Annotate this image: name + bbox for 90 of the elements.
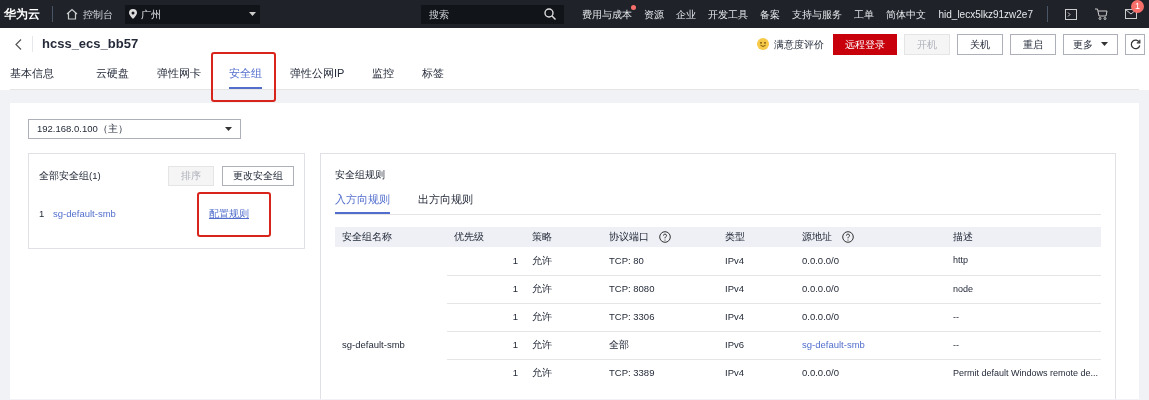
- button[interactable]: 更改安全组: [222, 166, 294, 186]
- table-cell: 全部: [609, 339, 629, 351]
- search-field[interactable]: 搜索: [421, 4, 565, 24]
- back-icon[interactable]: [15, 38, 22, 50]
- nav-link[interactable]: 简体中文: [886, 8, 927, 20]
- table-cell: node: [953, 283, 974, 294]
- nav-link[interactable]: 费用与成本: [582, 8, 633, 20]
- source-link[interactable]: sg-default-smb: [802, 339, 865, 351]
- column-header: 策略: [532, 230, 552, 245]
- caret-icon: [249, 12, 256, 16]
- button[interactable]: 远程登录: [833, 33, 897, 55]
- nav-link[interactable]: hid_lecx5lkz91zw2e7: [938, 8, 1033, 20]
- caret-icon: [1101, 42, 1108, 46]
- nav-link[interactable]: 资源: [644, 8, 665, 20]
- mail-icon[interactable]: [1125, 9, 1137, 19]
- rating-link[interactable]: 满意度评价: [774, 36, 824, 52]
- tab[interactable]: 标签: [422, 60, 445, 89]
- help-icon[interactable]: [659, 231, 671, 244]
- cart-icon[interactable]: [1095, 8, 1108, 20]
- tab[interactable]: 出方向规则: [418, 191, 473, 215]
- caret-icon: [225, 127, 232, 131]
- nav-link[interactable]: 工单: [854, 8, 875, 20]
- table-cell: 1: [512, 339, 518, 351]
- column-header: 安全组名称: [342, 230, 392, 245]
- column-header: 协议端口: [609, 230, 649, 245]
- table-cell: 允许: [532, 311, 552, 323]
- table-cell: --: [953, 339, 959, 350]
- button[interactable]: 重启: [1010, 33, 1056, 55]
- tab[interactable]: 云硬盘: [96, 60, 129, 89]
- table-cell: 1: [512, 254, 518, 266]
- search-icon[interactable]: [544, 8, 557, 20]
- table-cell: 0.0.0.0/0: [802, 283, 839, 295]
- tab[interactable]: 监控: [372, 60, 395, 89]
- table-cell: 0.0.0.0/0: [802, 367, 839, 379]
- region-select[interactable]: 广州: [125, 4, 260, 24]
- button[interactable]: 关机: [957, 33, 1003, 55]
- refresh-icon: [1129, 38, 1141, 50]
- nav-link[interactable]: 支持与服务: [792, 8, 843, 20]
- column-header: 描述: [953, 230, 973, 245]
- table-cell: 允许: [532, 339, 552, 351]
- column-header: 源地址: [802, 230, 832, 245]
- smiley-icon[interactable]: [757, 38, 769, 50]
- table-cell: TCP: 3389: [609, 367, 655, 379]
- panel-title: 安全组规则: [335, 168, 386, 182]
- help-icon[interactable]: [842, 231, 854, 244]
- table-cell: 允许: [532, 283, 552, 295]
- terminal-icon[interactable]: [1065, 8, 1077, 20]
- nav-link[interactable]: 企业: [676, 8, 697, 20]
- home-icon[interactable]: [65, 7, 79, 21]
- table-cell: http: [953, 255, 968, 266]
- table-cell: sg-default-smb: [342, 339, 405, 351]
- page-title: hcss_ecs_bb57: [42, 35, 139, 54]
- table-cell: IPv4: [725, 254, 744, 266]
- config-rules-link[interactable]: 配置规则: [209, 208, 249, 219]
- column-header: 优先级: [454, 230, 484, 245]
- console-link[interactable]: 控制台: [83, 6, 113, 22]
- table-cell: 1: [512, 283, 518, 295]
- table-cell: 允许: [532, 254, 552, 266]
- tab[interactable]: 弹性网卡: [157, 60, 201, 89]
- location-icon: [129, 9, 137, 19]
- table-cell: 允许: [532, 367, 552, 379]
- dropdown-button[interactable]: 更多: [1063, 33, 1118, 55]
- nic-select[interactable]: 192.168.0.100（主）: [28, 119, 241, 139]
- table-cell: Permit default Windows remote de...: [953, 367, 1099, 378]
- table-cell: --: [953, 311, 959, 322]
- table-cell: 1: [512, 367, 518, 379]
- group-link[interactable]: sg-default-smb: [53, 207, 209, 222]
- table-cell: IPv4: [725, 367, 744, 379]
- tab[interactable]: 安全组: [229, 60, 262, 89]
- column-header: 类型: [725, 230, 745, 245]
- table-cell: IPv6: [725, 339, 744, 351]
- nav-link[interactable]: 开发工具: [708, 8, 749, 20]
- table-cell: TCP: 80: [609, 254, 644, 266]
- tab[interactable]: 基本信息: [10, 60, 54, 89]
- refresh-button[interactable]: [1125, 33, 1145, 55]
- row-index: 1: [39, 207, 46, 221]
- table-cell: IPv4: [725, 283, 744, 295]
- panel-title: 全部安全组(1): [39, 168, 101, 183]
- table-cell: 1: [512, 311, 518, 323]
- table-cell: IPv4: [725, 311, 744, 323]
- nav-link[interactable]: 备案: [760, 8, 781, 20]
- table-cell: TCP: 3306: [609, 311, 655, 323]
- tab[interactable]: 入方向规则: [335, 191, 390, 215]
- table-cell: 0.0.0.0/0: [802, 254, 839, 266]
- logo-text[interactable]: 华为云: [4, 5, 40, 23]
- tab[interactable]: 弹性公网IP: [290, 60, 345, 89]
- table-cell: TCP: 8080: [609, 283, 655, 295]
- notification-badge: 1: [1131, 0, 1144, 13]
- table-cell: 0.0.0.0/0: [802, 311, 839, 323]
- search-input[interactable]: 搜索: [429, 6, 545, 22]
